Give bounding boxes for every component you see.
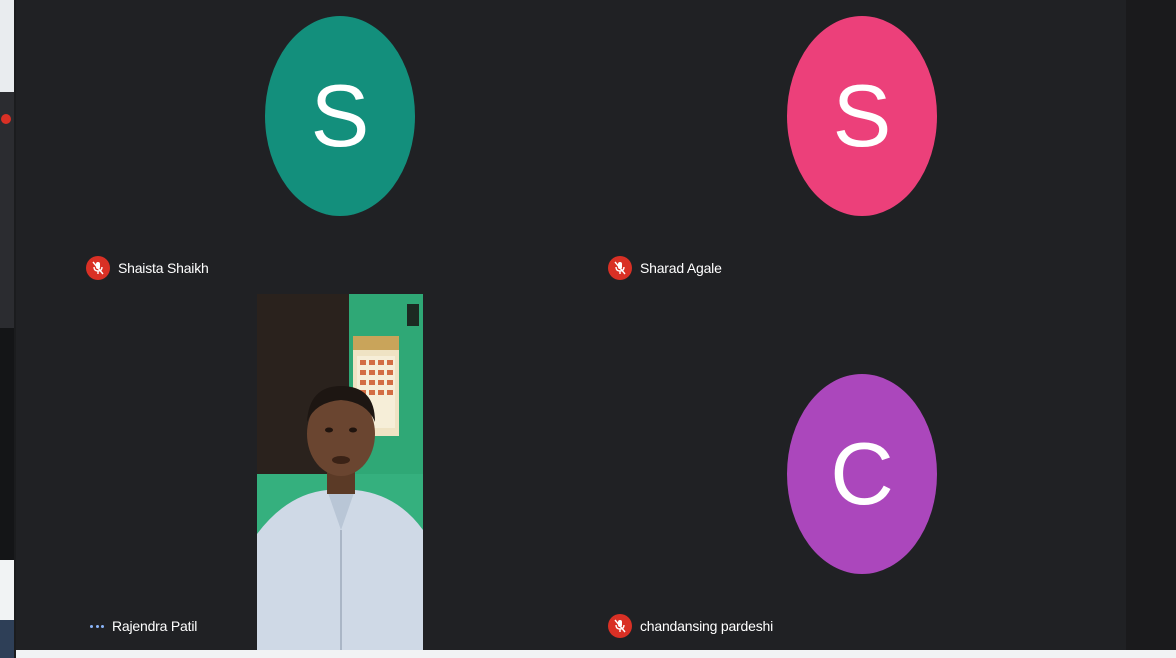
participant-tile-chandansing-pardeshi[interactable]: C chandansing pardeshi: [602, 292, 1122, 652]
participant-name-row: Rajendra Patil: [90, 614, 197, 638]
video-call-screen: S Shaista Shaikh S Sharad Agale Rajendra…: [0, 0, 1176, 658]
avatar: C: [787, 374, 937, 574]
participant-name: Shaista Shaikh: [118, 260, 209, 276]
avatar: S: [787, 16, 937, 216]
mic-off-icon: [608, 614, 632, 638]
participant-name-row: Sharad Agale: [608, 256, 722, 280]
participant-name: Sharad Agale: [640, 260, 722, 276]
participant-tile-shaista-shaikh[interactable]: S Shaista Shaikh: [80, 0, 600, 292]
participant-video: [257, 294, 423, 652]
participant-name: chandansing pardeshi: [640, 618, 773, 634]
participant-tile-sharad-agale[interactable]: S Sharad Agale: [602, 0, 1122, 292]
audio-level-icon: [90, 614, 104, 638]
background-window-edge: [0, 0, 16, 658]
participant-name: Rajendra Patil: [112, 618, 198, 634]
notification-dot-icon: [1, 114, 11, 124]
participant-name-row: Shaista Shaikh: [86, 256, 209, 280]
bottom-edge: [16, 650, 1176, 658]
mic-off-icon: [608, 256, 632, 280]
participant-name-row: chandansing pardeshi: [608, 614, 773, 638]
avatar: S: [265, 16, 415, 216]
mic-off-icon: [86, 256, 110, 280]
right-gutter: [1126, 0, 1176, 658]
